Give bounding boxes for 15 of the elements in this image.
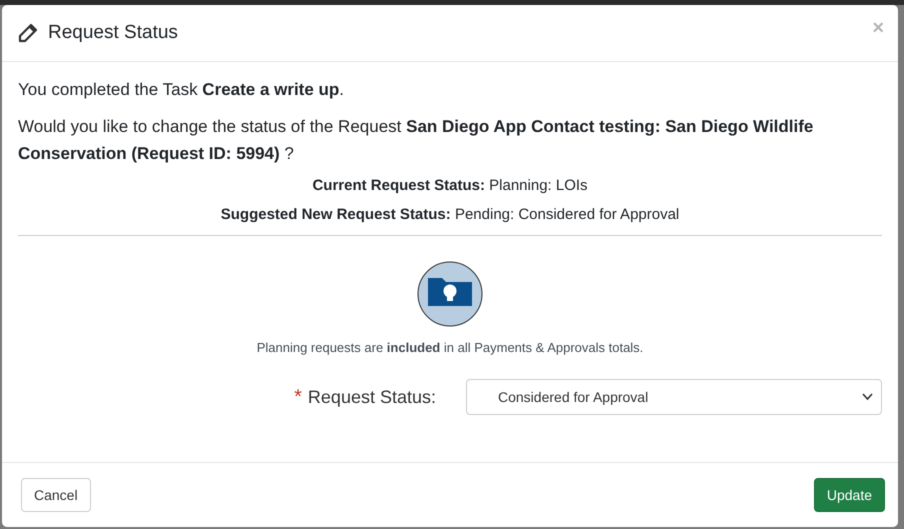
message-text: You completed the Task Create a write up. <box>18 79 346 101</box>
status-select[interactable]: Considered for Approval <box>466 379 882 415</box>
folder-lightbulb-icon <box>416 260 484 328</box>
cancel-button[interactable]: Cancel <box>21 478 91 512</box>
status-label: Suggested New Request Status: <box>220 206 451 223</box>
status-value: Pending: Considered for Approval <box>454 206 680 223</box>
info-note: Planning requests are included in all Payments & Approvals totals. <box>256 340 644 355</box>
pencil-icon <box>18 23 38 43</box>
update-button[interactable]: Update <box>814 478 885 512</box>
field-label: * Request Status: <box>293 386 437 408</box>
dialog-title: Request Status <box>48 22 179 44</box>
status-label: Current Request Status: <box>312 177 485 194</box>
status-value: Planning: LOIs <box>488 177 588 194</box>
message-text: Would you like to change the status of the Request San Diego App Contact testing: San Diego Wildlife Conservation (Request ID: 5994) ? <box>18 116 814 165</box>
chevron-down-icon <box>862 393 873 401</box>
